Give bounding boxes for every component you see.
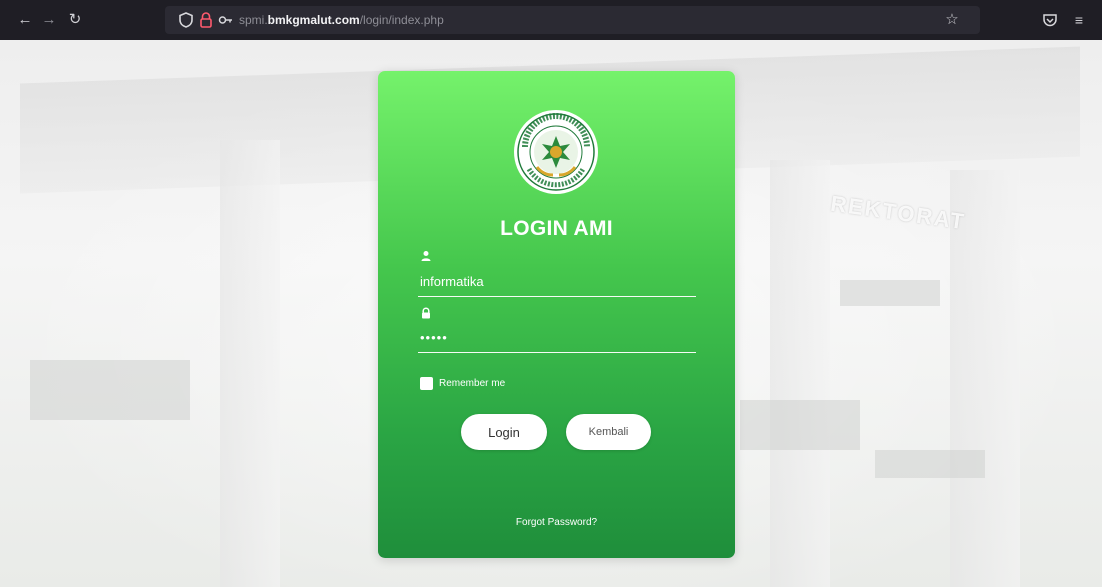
url-subdomain: spmi.	[239, 13, 268, 27]
browser-toolbar: ← → ↻ spmi.bmkgmalut.com/login/index.php…	[0, 0, 1102, 40]
remember-me-label: Remember me	[439, 377, 506, 389]
login-card: LOGIN AMI Remember me Login Kembali Forg…	[378, 71, 735, 558]
reload-icon[interactable]: ↻	[66, 11, 84, 29]
building-window	[740, 400, 860, 450]
back-arrow-icon[interactable]: ←	[16, 11, 34, 29]
url-text[interactable]: spmi.bmkgmalut.com/login/index.php	[239, 12, 444, 28]
remember-me-checkbox[interactable]	[420, 376, 433, 390]
building-column	[220, 140, 280, 587]
university-logo	[514, 110, 598, 194]
login-title: LOGIN AMI	[500, 217, 613, 240]
password-input[interactable]	[418, 327, 696, 353]
remember-me[interactable]: Remember me	[420, 376, 505, 390]
login-button[interactable]: Login	[461, 414, 547, 450]
url-path: /login/index.php	[359, 13, 444, 27]
hamburger-menu-icon[interactable]: ≡	[1070, 11, 1088, 29]
forward-arrow-icon[interactable]: →	[40, 11, 58, 29]
building-window	[875, 450, 985, 478]
building-window	[30, 360, 190, 420]
user-icon	[421, 251, 431, 261]
address-bar[interactable]: spmi.bmkgmalut.com/login/index.php ☆	[165, 6, 980, 34]
key-icon[interactable]	[217, 11, 235, 29]
building-column	[770, 160, 830, 587]
back-button[interactable]: Kembali	[566, 414, 651, 450]
tracking-shield-icon[interactable]	[177, 11, 195, 29]
insecure-lock-icon[interactable]	[197, 11, 215, 29]
lock-icon	[422, 307, 430, 319]
building-window	[840, 280, 940, 306]
username-input[interactable]	[418, 271, 696, 297]
star-icon[interactable]: ☆	[943, 11, 961, 29]
forgot-password-link[interactable]: Forgot Password?	[378, 517, 735, 528]
pocket-icon[interactable]	[1041, 11, 1059, 29]
building-sign: REKTORAT	[828, 190, 968, 235]
url-host: bmkgmalut.com	[267, 13, 360, 27]
